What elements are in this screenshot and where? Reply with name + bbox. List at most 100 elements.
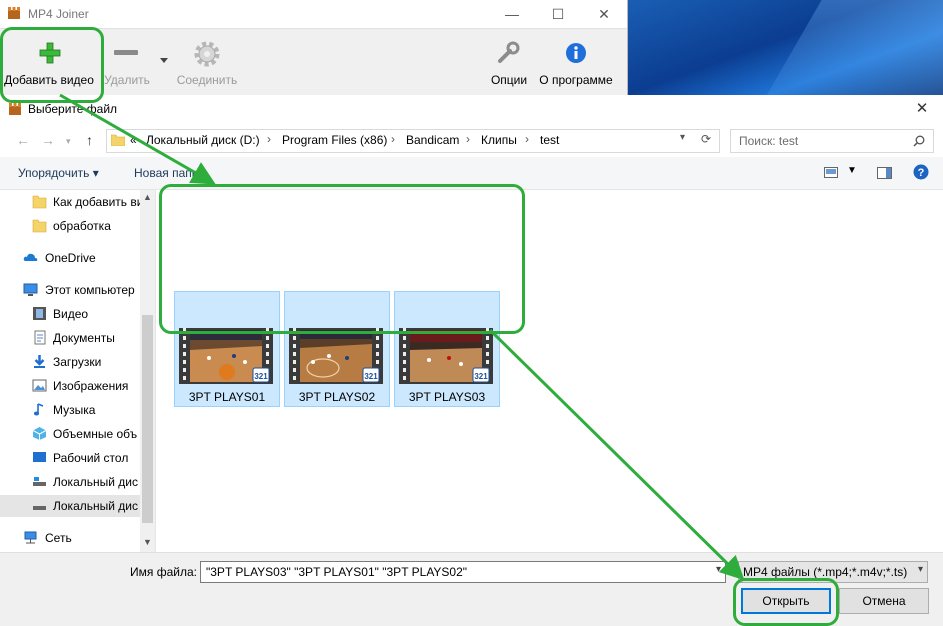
breadcrumb-program-files[interactable]: Program Files (x86) [282, 133, 387, 147]
nav-item-label: обработка [53, 219, 111, 233]
file-type-dropdown-icon[interactable]: ▾ [918, 564, 923, 575]
join-button[interactable]: Соединить [174, 29, 240, 95]
refresh-icon[interactable]: ⟳ [701, 132, 711, 146]
annotation-highlight-add-video [0, 27, 104, 103]
computer-icon [23, 283, 38, 296]
breadcrumb-clips[interactable]: Клипы [481, 133, 517, 147]
video-file-thumbnail-icon: 321 [399, 328, 493, 384]
nav-item-downloads[interactable]: Загрузки [0, 351, 140, 373]
about-label: О программе [539, 73, 613, 87]
drive-icon [33, 477, 46, 486]
recent-dropdown-icon[interactable]: ▾ [66, 136, 71, 147]
filename-value: "3PT PLAYS03" "3PT PLAYS01" "3PT PLAYS02… [206, 565, 468, 579]
nav-item-processing[interactable]: обработка [0, 215, 140, 237]
nav-item-music[interactable]: Музыка [0, 399, 140, 421]
nav-item-documents[interactable]: Документы [0, 327, 140, 349]
cancel-button[interactable]: Отмена [839, 588, 929, 614]
nav-item-videos[interactable]: Видео [0, 303, 140, 325]
scrollbar-thumb[interactable] [142, 315, 153, 523]
nav-item-label: Как добавить ви [53, 195, 140, 209]
view-options-icon[interactable] [824, 167, 838, 178]
remove-label: Удалить [104, 73, 150, 87]
nav-item-label: Видео [53, 307, 89, 321]
breadcrumb-bandicam[interactable]: Bandicam [406, 133, 459, 147]
player-badge-label: 321 [474, 372, 488, 381]
forward-arrow-icon[interactable]: → [41, 132, 55, 148]
search-box[interactable]: Поиск: test [730, 129, 934, 153]
dialog-close-button[interactable]: ✕ [907, 97, 937, 121]
filename-dropdown-icon[interactable]: ▾ [716, 564, 721, 575]
breadcrumb-separator-icon: › [525, 132, 529, 146]
breadcrumb-overflow[interactable]: « [130, 133, 137, 147]
player-badge-label: 321 [254, 372, 268, 381]
nav-item-label: Документы [53, 331, 115, 345]
about-button[interactable]: О программе [536, 29, 616, 95]
desktop-icon [33, 452, 46, 462]
nav-item-3d-objects[interactable]: Объемные объ [0, 423, 140, 445]
nav-item-this-pc[interactable]: Этот компьютер [0, 279, 140, 301]
desktop-background [627, 0, 943, 95]
back-arrow-icon[interactable]: ← [16, 132, 30, 148]
navigation-scrollbar[interactable]: ▲ ▼ [140, 190, 155, 552]
nav-item-label: Изображения [53, 379, 129, 393]
images-icon [32, 379, 47, 392]
preview-pane-icon[interactable] [877, 167, 892, 179]
folder-icon [111, 134, 125, 146]
organize-button[interactable]: Упорядочить ▾ [18, 166, 99, 180]
scroll-up-icon[interactable]: ▲ [143, 192, 152, 202]
nav-item-local-disk-d[interactable]: Локальный дис [0, 495, 140, 517]
nav-item-pictures[interactable]: Изображения [0, 375, 140, 397]
up-arrow-icon[interactable]: ↑ [86, 132, 93, 148]
scroll-down-icon[interactable]: ▼ [143, 537, 152, 547]
search-icon [913, 135, 925, 147]
breadcrumb-separator-icon: › [391, 132, 395, 146]
nav-item-network[interactable]: Сеть [0, 527, 140, 549]
breadcrumb-drive[interactable]: Локальный диск (D:) [146, 133, 260, 147]
annotation-highlight-open [733, 578, 839, 626]
app-title-bar: MP4 Joiner — ☐ ✕ [0, 0, 627, 28]
annotation-highlight-files [159, 184, 525, 334]
nav-item-local-disk-c[interactable]: Локальный дис [0, 471, 140, 493]
video-file-thumbnail-icon: 321 [179, 328, 273, 384]
address-bar[interactable]: « Локальный диск (D:) › Program Files (x… [106, 129, 720, 153]
3d-objects-icon [32, 427, 47, 440]
nav-item-onedrive[interactable]: OneDrive [0, 247, 140, 269]
minimize-button[interactable]: — [492, 3, 532, 25]
remove-button[interactable]: Удалить [100, 29, 154, 95]
video-icon [33, 307, 46, 320]
gear-icon [194, 41, 220, 67]
filename-label: Имя файла: [130, 565, 197, 579]
wrench-icon [498, 41, 520, 63]
cloud-icon [23, 253, 38, 261]
help-icon[interactable]: ? [913, 164, 929, 180]
folder-icon [32, 195, 47, 209]
breadcrumb-test[interactable]: test [540, 133, 559, 147]
breadcrumb-separator-icon: › [267, 132, 271, 146]
drive-icon [33, 506, 46, 510]
view-dropdown-icon[interactable]: ▼ [847, 165, 857, 176]
remove-dropdown-button[interactable] [158, 29, 170, 95]
organize-label: Упорядочить [18, 166, 90, 180]
nav-item-label: Локальный дис [53, 475, 138, 489]
filename-input[interactable]: "3PT PLAYS03" "3PT PLAYS01" "3PT PLAYS02… [200, 561, 726, 583]
options-button[interactable]: Опции [486, 29, 532, 95]
maximize-button[interactable]: ☐ [538, 3, 578, 25]
nav-item-label: OneDrive [45, 251, 96, 265]
navigation-pane: Как добавить ви обработка OneDrive Этот … [0, 190, 156, 552]
file-name: 3PT PLAYS02 [298, 390, 376, 404]
app-title: MP4 Joiner [28, 7, 89, 21]
nav-item-desktop[interactable]: Рабочий стол [0, 447, 140, 469]
nav-item-label: Локальный дис [53, 499, 138, 513]
svg-text:?: ? [918, 167, 925, 179]
file-name: 3PT PLAYS01 [188, 390, 266, 404]
search-input[interactable]: Поиск: test [739, 134, 798, 148]
new-folder-button[interactable]: Новая папка [134, 166, 204, 180]
download-icon [34, 355, 45, 368]
nav-item-how-to-add[interactable]: Как добавить ви [0, 191, 140, 213]
music-icon [33, 403, 44, 416]
dropdown-arrow-icon [160, 58, 168, 63]
network-icon [24, 531, 37, 544]
minus-icon [114, 50, 138, 55]
close-app-button[interactable]: ✕ [584, 3, 624, 25]
address-dropdown-icon[interactable]: ▾ [680, 132, 685, 143]
